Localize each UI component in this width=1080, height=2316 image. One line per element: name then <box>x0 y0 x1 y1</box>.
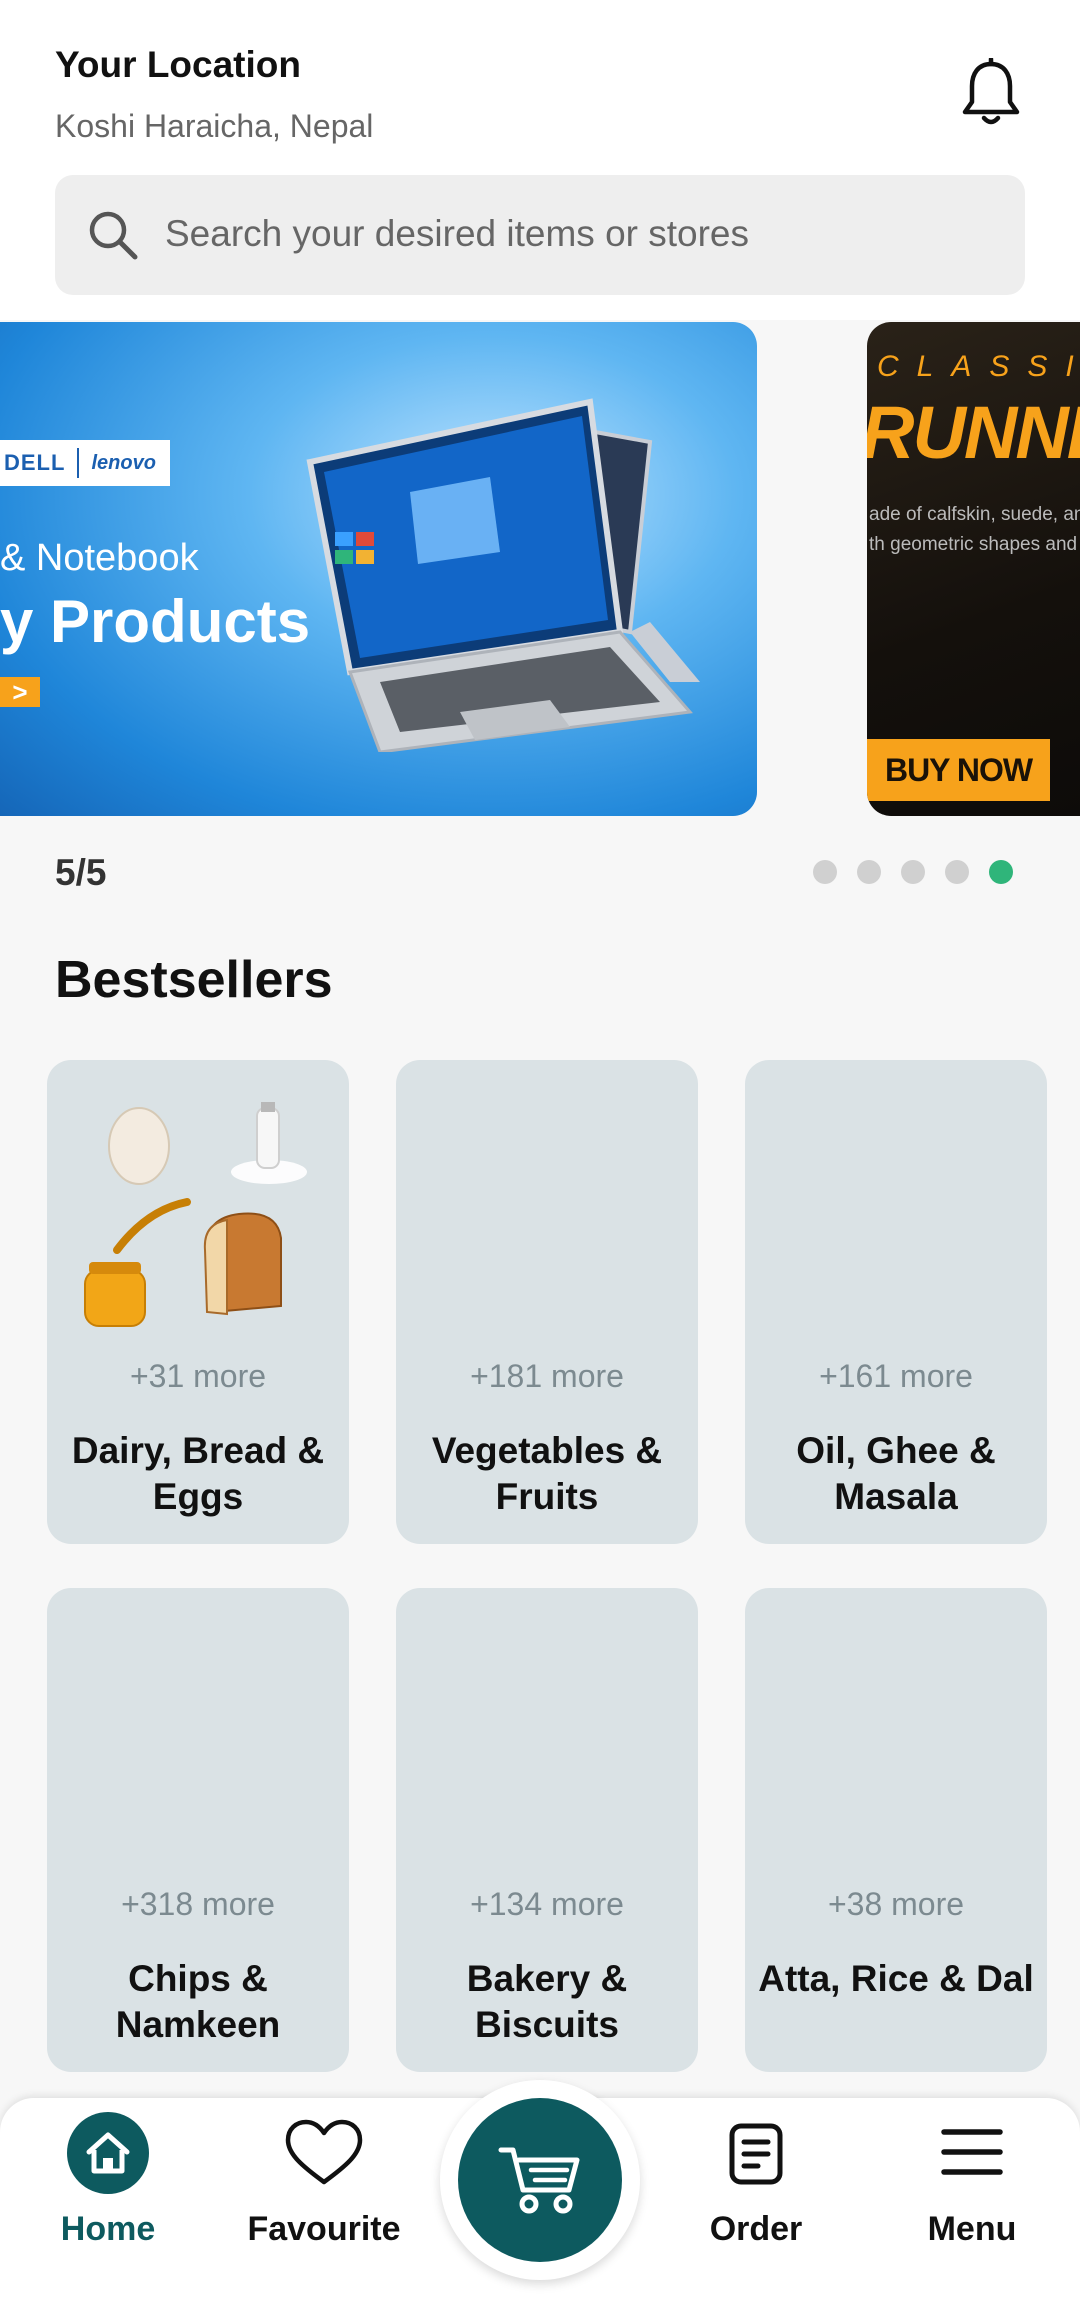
nav-home[interactable]: Home <box>18 2098 198 2298</box>
carousel-dot[interactable] <box>857 860 881 884</box>
banner-headline-shoes: RUNNER S <box>867 391 1080 474</box>
home-icon <box>67 2112 149 2194</box>
brand-logos: DELL lenovo <box>0 440 170 486</box>
nav-favourite-label: Favourite <box>247 2210 401 2248</box>
nav-order[interactable]: Order <box>666 2098 846 2298</box>
category-card[interactable]: +38 more Atta, Rice & Dal <box>745 1588 1047 2072</box>
banner-headline: y Products <box>0 588 311 655</box>
nav-menu[interactable]: Menu <box>882 2098 1062 2298</box>
nav-home-label: Home <box>60 2210 156 2248</box>
category-card[interactable]: +134 more Bakery & Biscuits <box>396 1588 698 2072</box>
bell-icon[interactable] <box>960 56 1022 128</box>
banner-description: ade of calfskin, suede, and th geometric… <box>869 500 1080 560</box>
heart-icon <box>284 2118 364 2193</box>
category-thumbnails <box>84 1102 307 1327</box>
carousel-banner-laptops[interactable]: DELL lenovo & Notebook y Products > <box>0 322 757 816</box>
hamburger-icon <box>940 2126 1004 2183</box>
nav-favourite[interactable]: Favourite <box>234 2098 414 2298</box>
category-card[interactable]: +181 more Vegetables & Fruits <box>396 1060 698 1544</box>
category-card[interactable]: +161 more Oil, Ghee & Masala <box>745 1060 1047 1544</box>
cart-icon <box>498 2147 580 2214</box>
category-name: Bakery & Biscuits <box>466 1958 628 2045</box>
order-icon <box>728 2122 784 2191</box>
brand-separator <box>77 448 80 478</box>
category-more-count: +38 more <box>827 1886 965 1922</box>
location-title: Your Location <box>55 44 301 85</box>
search-icon <box>85 207 141 263</box>
category-name: Vegetables & Fruits <box>431 1430 663 1517</box>
category-name: Atta, Rice & Dal <box>758 1958 1034 1999</box>
category-more-count: +134 more <box>470 1886 624 1922</box>
banner-description-line: ade of calfskin, suede, and <box>869 504 1080 525</box>
cart-button[interactable] <box>458 2098 622 2262</box>
banner-subtitle: & Notebook <box>0 537 199 579</box>
nav-order-label: Order <box>709 2210 803 2248</box>
category-more-count: +318 more <box>121 1886 275 1922</box>
category-more-count: +31 more <box>129 1358 267 1394</box>
nav-menu-label: Menu <box>927 2210 1017 2248</box>
header: Your Location Koshi Haraicha, Nepal Sear… <box>0 0 1080 320</box>
carousel-banner-shoes[interactable]: CLASSI RUNNER S ade of calfskin, suede, … <box>867 322 1080 816</box>
category-card[interactable]: +31 more Dairy, Bread & Eggs <box>47 1060 349 1544</box>
search-placeholder: Search your desired items or stores <box>165 213 750 254</box>
carousel-dot[interactable] <box>945 860 969 884</box>
buy-now-button[interactable]: BUY NOW <box>867 739 1050 801</box>
carousel-dot[interactable] <box>813 860 837 884</box>
banner-arrow-icon: > <box>0 677 40 707</box>
brand-dell: DELL <box>4 450 66 475</box>
category-name: Oil, Ghee & Masala <box>796 1430 996 1517</box>
carousel-dot-active[interactable] <box>989 860 1013 884</box>
category-name: Chips & Namkeen <box>115 1958 281 2045</box>
section-title-bestsellers: Bestsellers <box>55 951 333 1009</box>
search-input[interactable]: Search your desired items or stores <box>55 175 1025 295</box>
banner-description-line: th geometric shapes and t <box>869 534 1080 555</box>
category-more-count: +161 more <box>819 1358 973 1394</box>
brand-lenovo: lenovo <box>91 451 156 474</box>
category-card[interactable]: +318 more Chips & Namkeen <box>47 1588 349 2072</box>
laptop-image <box>306 398 700 752</box>
carousel-dot[interactable] <box>901 860 925 884</box>
carousel-counter: 5/5 <box>55 852 107 893</box>
banner-kicker: CLASSI <box>877 350 1080 383</box>
category-more-count: +181 more <box>470 1358 624 1394</box>
location-value[interactable]: Koshi Haraicha, Nepal <box>55 108 373 145</box>
category-name: Dairy, Bread & Eggs <box>71 1430 325 1517</box>
